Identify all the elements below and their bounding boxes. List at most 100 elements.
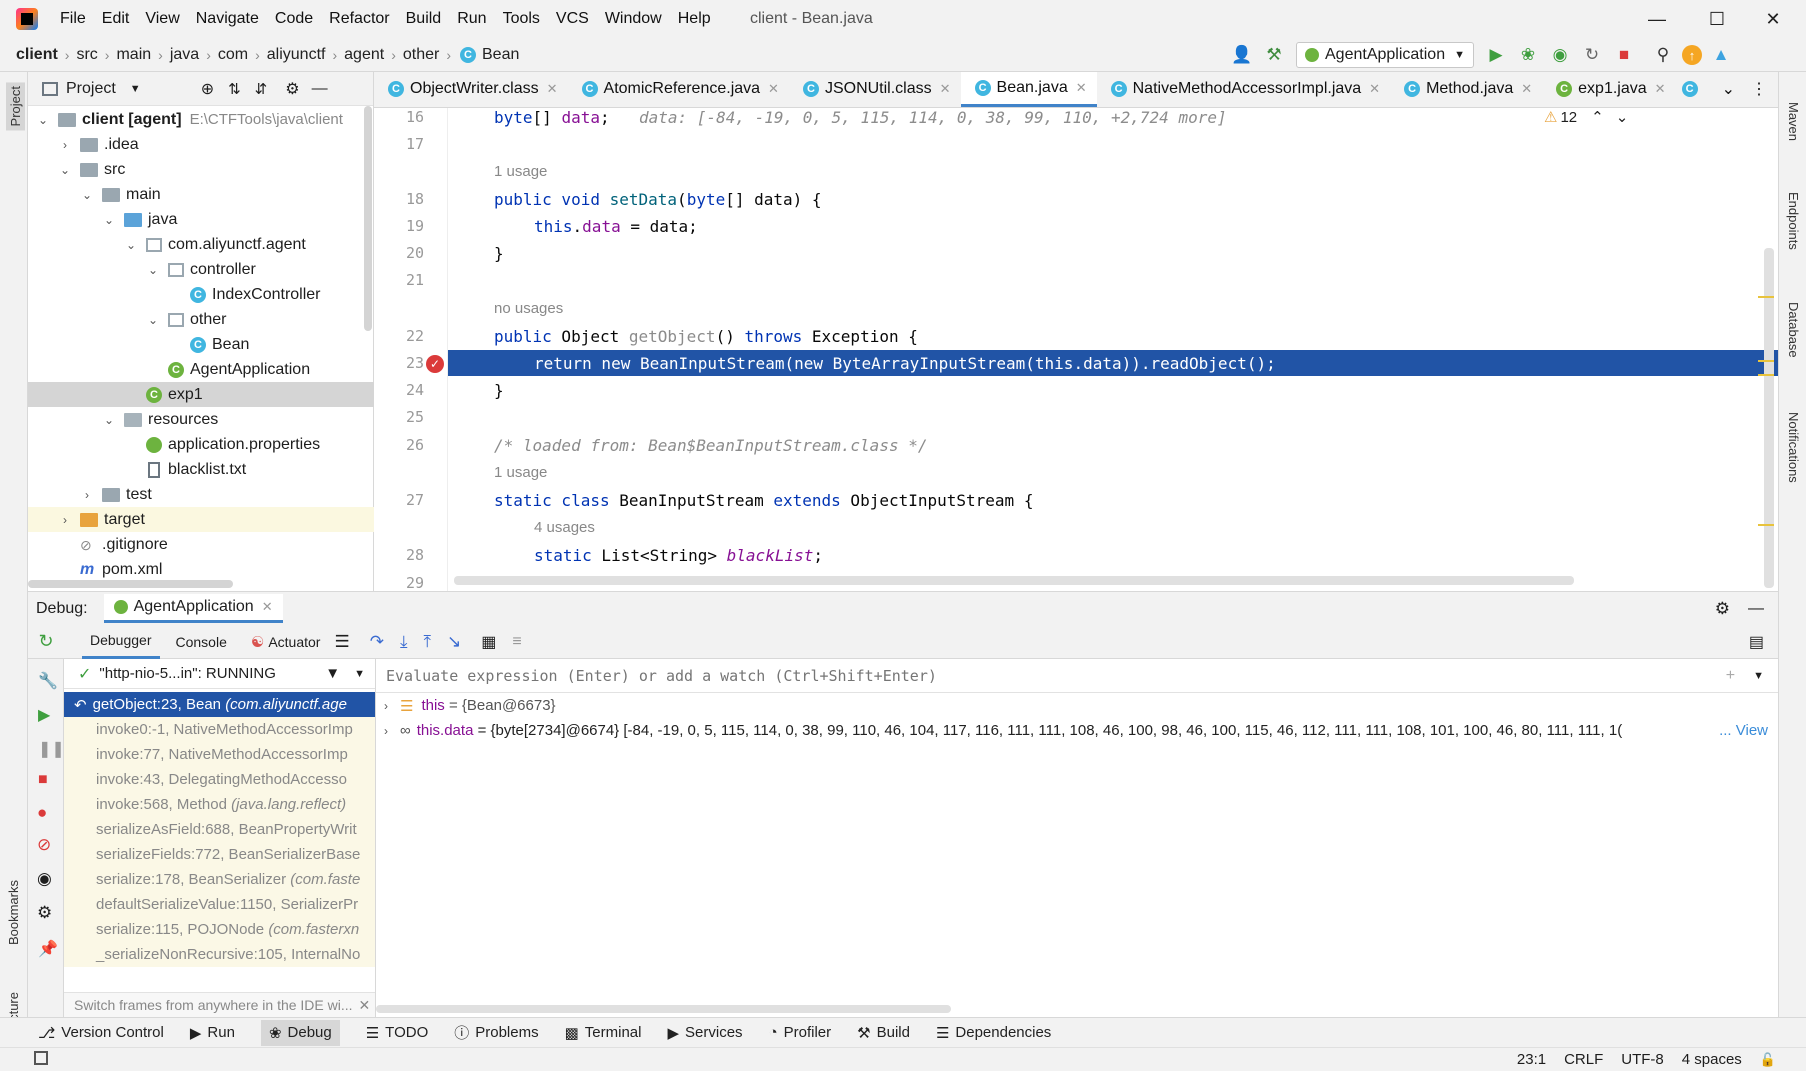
view-link[interactable]: ... View [1719,722,1768,739]
tab-exp1[interactable]: Cexp1.java ✕ [1542,72,1675,107]
debug-session-tab[interactable]: AgentApplication ✕ [103,594,283,623]
stop-icon[interactable]: ■ [1611,42,1637,68]
close-tab-icon[interactable]: ✕ [262,599,273,615]
usage-hint[interactable]: no usages [494,300,563,317]
tab-atomicreference[interactable]: C AtomicReference.java ✕ [568,72,789,107]
user-icon[interactable]: 👤 [1229,42,1255,68]
tab-run[interactable]: ▶ Run [190,1024,235,1042]
tree-item[interactable]: ⌄ controller [28,257,374,282]
stack-frame[interactable]: _serializeNonRecursive:105, InternalNo [64,942,375,967]
tree-item[interactable]: ⌄ com.aliyunctf.agent [28,232,374,257]
maximize-icon[interactable]: ☐ [1694,4,1740,34]
menu-vcs[interactable]: VCS [548,10,597,28]
stack-frame[interactable]: serialize:178, BeanSerializer (com.faste [64,867,375,892]
breadcrumb-item[interactable]: client [16,46,58,64]
tab-objectwriter[interactable]: C ObjectWriter.class ✕ [374,72,568,107]
stop-icon[interactable]: ■ [38,771,48,789]
notifications-tool-button[interactable]: Notifications [1786,412,1801,483]
close-tab-icon[interactable]: ✕ [1076,80,1087,96]
stack-frame[interactable]: serializeAsField:688, BeanPropertyWrit [64,817,375,842]
tab-bean-active[interactable]: C Bean.java ✕ [960,72,1097,107]
chevron-down-icon[interactable]: ▼ [130,83,141,95]
view-breakpoints-icon[interactable]: ● [37,803,47,823]
hide-icon[interactable]: — [1748,600,1764,618]
evaluate-expression-input[interactable] [386,666,1686,685]
menu-code[interactable]: Code [267,10,321,28]
close-tab-icon[interactable]: ✕ [1655,81,1666,97]
tree-item[interactable]: › test [28,482,374,507]
tree-item-selected[interactable]: Cexp1 [28,382,374,407]
tab-terminal[interactable]: ▩ Terminal [565,1024,642,1042]
stack-frame-selected[interactable]: ↶ getObject:23, Bean (com.aliyunctf.age [64,692,375,717]
rerun-icon[interactable]: ↻ [28,631,64,652]
tab-debugger[interactable]: Debugger [82,625,160,659]
stack-frame[interactable]: invoke0:-1, NativeMethodAccessorImp [64,717,375,742]
variable-row[interactable]: › ∞ this.data = {byte[2734]@6674} [-84, … [376,718,1778,743]
layout-icon[interactable]: ▤ [1749,632,1764,652]
chevron-down-icon[interactable]: ▼ [354,668,365,680]
update-icon[interactable]: ↑ [1682,45,1702,65]
camera-icon[interactable]: ◉ [37,869,52,889]
close-icon[interactable]: ✕ [359,997,371,1014]
usage-hint[interactable]: 1 usage [494,464,547,481]
breadcrumb-item[interactable]: src [76,46,97,64]
menu-build[interactable]: Build [398,10,450,28]
thread-selector[interactable]: ✓ "http-nio-5...in": RUNNING ▼ ▼ [64,659,375,689]
search-icon[interactable]: ⚲ [1650,42,1676,68]
step-over-icon[interactable]: ↷ [370,632,384,652]
menu-window[interactable]: Window [597,10,670,28]
tree-item[interactable]: ⊘ .gitignore [28,532,374,557]
breadcrumb-item[interactable]: main [116,46,151,64]
resume-icon[interactable]: ▶ [38,705,50,725]
breakpoint-icon[interactable]: ✓ [426,355,444,373]
step-into-icon[interactable]: ⤓ [400,632,408,652]
maven-tool-button[interactable]: Maven [1786,102,1801,141]
tree-item[interactable]: › .idea [28,132,374,157]
tree-item[interactable]: C Bean [28,332,374,357]
tree-item[interactable]: C AgentApplication [28,357,374,382]
profiler-icon[interactable]: ↻ [1579,42,1605,68]
filter-icon[interactable]: ▼ [325,665,340,682]
tab-method[interactable]: C Method.java ✕ [1390,72,1542,107]
chevron-down-icon[interactable]: ▼ [1753,670,1764,682]
scrollbar[interactable] [364,106,372,331]
tree-item[interactable]: ⌄ other [28,307,374,332]
menu-edit[interactable]: Edit [94,10,138,28]
tab-actuator[interactable]: Actuator [268,634,320,650]
database-tool-button[interactable]: Database [1786,302,1801,358]
close-tab-icon[interactable]: ✕ [547,81,558,97]
wrench-icon[interactable]: 🔧 [38,671,58,691]
tree-item[interactable]: › target [28,507,374,532]
chevron-right-icon[interactable]: › [384,699,388,713]
settings-icon[interactable]: ⚙ [37,903,52,923]
chevron-right-icon[interactable]: › [384,724,388,738]
menu-refactor[interactable]: Refactor [321,10,397,28]
gear-icon[interactable]: ⚙ [1715,599,1730,619]
breadcrumb-item[interactable]: Bean [482,46,519,64]
menu-navigate[interactable]: Navigate [188,10,267,28]
tree-item[interactable]: ⌄ src [28,157,374,182]
tree-item[interactable]: ⌄ main [28,182,374,207]
step-out-icon[interactable]: ⤒ [423,632,431,652]
gear-icon[interactable]: ⚙ [285,79,299,99]
chevron-down-icon[interactable]: ⌄ [1616,108,1629,126]
horizontal-scrollbar[interactable] [376,1005,951,1013]
close-tab-icon[interactable]: ✕ [940,81,951,97]
code-editor[interactable]: 16 17 18 19 20 21 22 23 24 25 26 27 28 2… [374,108,1778,591]
chevron-up-icon[interactable]: ⌃ [1591,108,1604,126]
tree-item-root[interactable]: ⌄ client [agent] E:\CTFTools\java\client [28,107,374,132]
menu-run[interactable]: Run [449,10,494,28]
toggle-tool-windows-icon[interactable] [34,1051,48,1065]
collapse-all-icon[interactable]: ⇵ [255,80,268,98]
stack-frame[interactable]: invoke:77, NativeMethodAccessorImp [64,742,375,767]
stack-frame[interactable]: invoke:43, DelegatingMethodAccesso [64,767,375,792]
tree-item[interactable]: application.properties [28,432,374,457]
tab-debug[interactable]: ❀ Debug [260,1019,340,1046]
jetbrains-icon[interactable]: ▲ [1708,42,1734,68]
menu-icon[interactable]: ☰ [334,632,349,652]
stack-frame[interactable]: defaultSerializeValue:1150, SerializerPr [64,892,375,917]
build-hammer-icon[interactable]: ⚒ [1261,42,1287,68]
menu-tools[interactable]: Tools [495,10,548,28]
breadcrumb-item[interactable]: agent [344,46,384,64]
breadcrumb-item[interactable]: com [218,46,248,64]
